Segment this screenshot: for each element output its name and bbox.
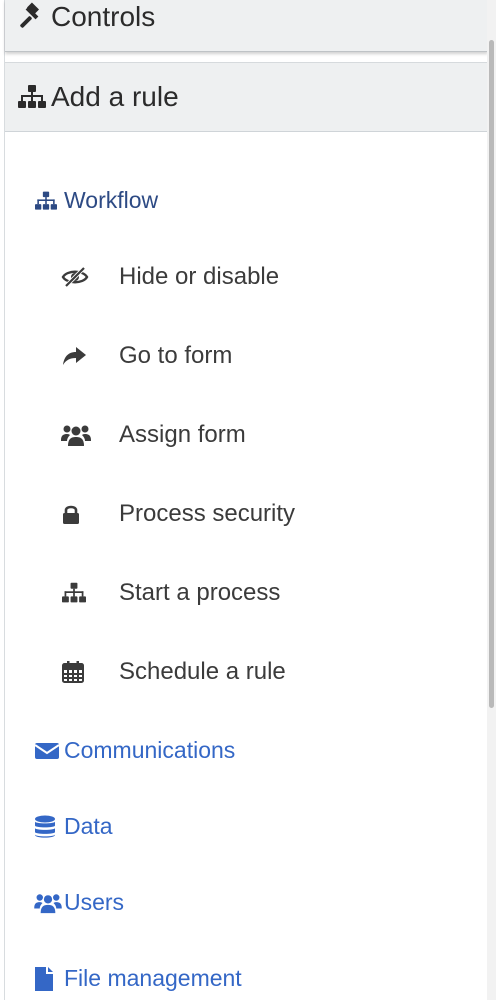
item-label: Process security [119,500,296,527]
envelope-icon [34,741,64,761]
section-users[interactable]: Users [34,889,124,916]
item-schedule-a-rule[interactable]: Schedule a rule [57,658,286,686]
controls-header-label: Controls [51,0,156,32]
users-icon [34,892,64,914]
sitemap-icon [34,190,64,212]
item-assign-form[interactable]: Assign form [57,421,246,449]
section-communications[interactable]: Communications [34,737,235,764]
item-hide-or-disable[interactable]: Hide or disable [57,263,279,291]
eye-slash-icon [57,266,119,288]
item-start-a-process[interactable]: Start a process [57,579,280,607]
item-label: Assign form [119,421,246,448]
users-icon [57,423,119,447]
scrollbar[interactable] [487,0,496,1000]
add-rule-header-label: Add a rule [51,81,179,112]
section-data[interactable]: Data [34,813,113,840]
calendar-icon [57,660,119,684]
scrollbar-thumb[interactable] [489,40,494,708]
sitemap-icon [57,581,119,605]
section-file-management[interactable]: File management [34,965,242,992]
item-label: Schedule a rule [119,658,286,685]
file-icon [34,966,64,992]
section-users-label: Users [64,889,125,915]
item-label: Go to form [119,342,233,369]
section-workflow-label: Workflow [64,187,159,213]
item-label: Hide or disable [119,263,280,290]
lock-icon [57,503,119,525]
item-go-to-form[interactable]: Go to form [57,342,232,370]
section-data-label: Data [64,813,113,839]
share-arrow-icon [57,345,119,367]
controls-header[interactable]: Controls [5,0,488,52]
database-icon [34,815,64,839]
sitemap-icon [17,83,51,111]
item-label: Start a process [119,579,281,606]
section-file-management-label: File management [64,965,242,991]
section-workflow[interactable]: Workflow [34,187,158,214]
add-rule-header[interactable]: Add a rule [5,62,488,132]
section-communications-label: Communications [64,737,236,763]
gavel-icon [17,1,51,32]
rules-panel: Controls Add a rule Workflow Hide or dis… [4,0,488,1000]
item-process-security[interactable]: Process security [57,500,295,528]
